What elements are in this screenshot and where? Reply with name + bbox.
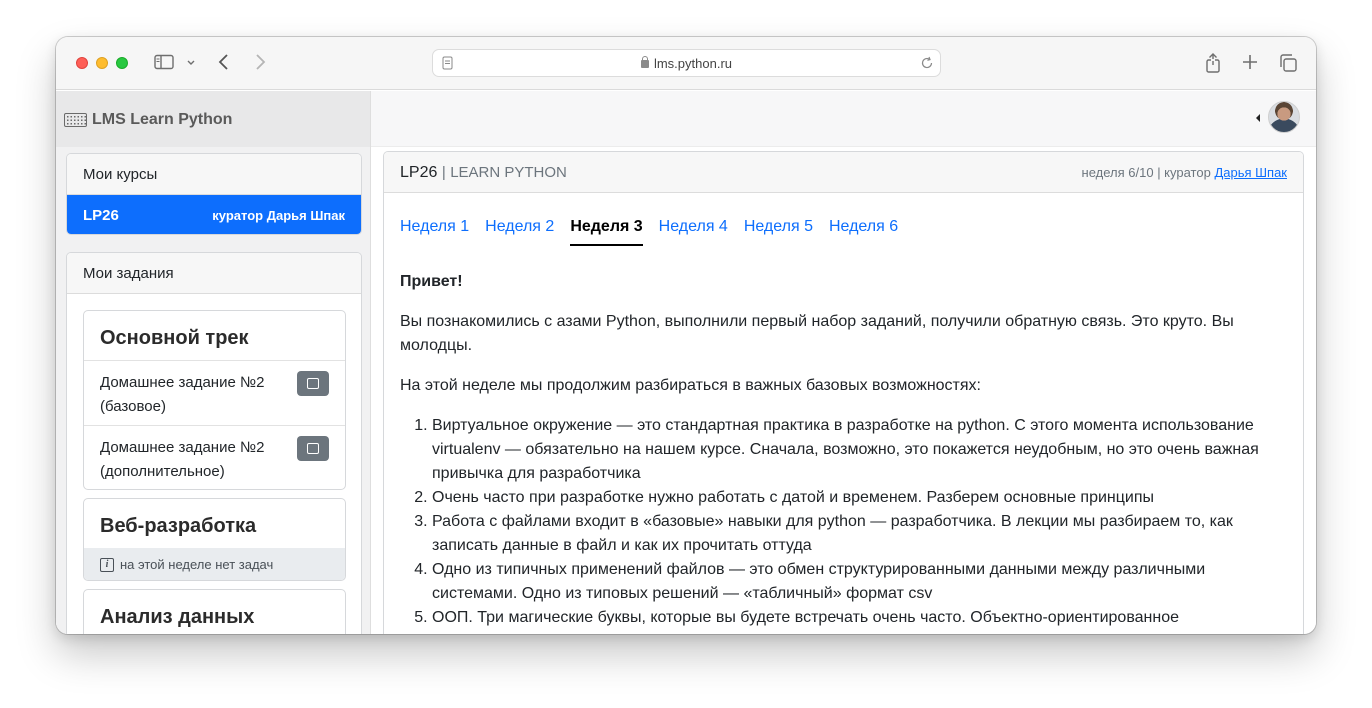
keyboard-icon (64, 113, 87, 127)
back-icon[interactable] (216, 53, 232, 75)
course-item-lp26[interactable]: LP26 куратор Дарья Шпак (67, 195, 361, 234)
my-tasks-card: Мои задания Основной трек Домашнее задан… (66, 252, 362, 634)
week-content: Привет! Вы познакомились с азами Python,… (400, 270, 1290, 630)
avatar[interactable] (1268, 101, 1300, 133)
track-main: Основной трек Домашнее задание №2 (базов… (83, 310, 346, 490)
browser-toolbar: lms.python.ru (56, 37, 1316, 90)
tab-week-5[interactable]: Неделя 5 (744, 218, 813, 246)
week-info-text: неделя 6/10 | куратор (1081, 165, 1211, 180)
close-window-button[interactable] (76, 57, 88, 69)
topics-list: Виртуальное окружение — это стандартная … (400, 414, 1290, 630)
tab-week-6[interactable]: Неделя 6 (829, 218, 898, 246)
share-icon[interactable] (1203, 53, 1223, 75)
brand[interactable]: LMS Learn Python (56, 91, 370, 147)
tab-week-1[interactable]: Неделя 1 (400, 218, 469, 246)
square-icon (307, 378, 319, 389)
lead-paragraph: На этой неделе мы продолжим разбираться … (400, 377, 981, 394)
chevron-down-icon[interactable] (184, 53, 198, 75)
task-item[interactable]: Домашнее задание №2 (базовое) (84, 361, 345, 426)
track-title: Основной трек (84, 311, 345, 361)
tab-week-2[interactable]: Неделя 2 (485, 218, 554, 246)
no-tasks-text: на этой неделе нет задач (120, 557, 274, 572)
my-courses-card: Мои курсы LP26 куратор Дарья Шпак (66, 153, 362, 235)
brand-link[interactable]: LMS Learn Python (64, 111, 232, 129)
course-curator: куратор Дарья Шпак (212, 207, 345, 223)
list-item: ООП. Три магические буквы, которые вы бу… (432, 606, 1290, 630)
intro-paragraph: Вы познакомились с азами Python, выполни… (400, 313, 1234, 354)
task-item[interactable]: Домашнее задание №2 (дополнительное) (84, 426, 345, 489)
minimize-window-button[interactable] (96, 57, 108, 69)
track-web: Веб-разработка i на этой неделе нет зада… (83, 498, 346, 581)
task-checkbox-button[interactable] (297, 371, 329, 396)
tab-week-4[interactable]: Неделя 4 (659, 218, 728, 246)
track-data-analysis: Анализ данных (83, 589, 346, 634)
task-checkbox-button[interactable] (297, 436, 329, 461)
task-label: Домашнее задание №2 (дополнительное) (100, 439, 265, 480)
no-tasks-note: i на этой неделе нет задач (84, 548, 345, 580)
lock-icon (640, 56, 649, 68)
tab-week-3[interactable]: Неделя 3 (570, 218, 643, 246)
url-text: lms.python.ru (433, 56, 940, 71)
list-item: Виртуальное окружение — это стандартная … (432, 414, 1290, 486)
sidebar-toggle-icon[interactable] (153, 53, 175, 75)
week-tabs: Неделя 1 Неделя 2 Неделя 3 Неделя 4 Неде… (400, 218, 914, 246)
list-item: Очень часто при разработке нужно работат… (432, 486, 1290, 510)
info-icon: i (100, 557, 114, 572)
new-tab-icon[interactable] (1240, 53, 1260, 75)
week-info: неделя 6/10 | куратор Дарья Шпак (1082, 165, 1287, 180)
zoom-window-button[interactable] (116, 57, 128, 69)
greeting: Привет! (400, 273, 463, 290)
list-item: Одно из типичных применений файлов — это… (432, 558, 1290, 606)
my-tasks-header: Мои задания (67, 253, 361, 294)
sidebar: LMS Learn Python Мои курсы LP26 куратор … (56, 91, 371, 634)
course-name: LEARN PYTHON (450, 164, 567, 181)
list-item: Работа с файлами входит в «базовые» навы… (432, 510, 1290, 558)
track-title: Веб-разработка (100, 515, 257, 537)
brand-title: LMS Learn Python (92, 111, 233, 128)
browser-window: lms.python.ru LMS Learn Python Мои курсы… (56, 37, 1316, 634)
track-title: Анализ данных (100, 606, 255, 628)
course-code-heading: LP26 (400, 164, 438, 181)
curator-link[interactable]: Дарья Шпак (1214, 165, 1287, 180)
course-card: LP26 | LEARN PYTHON неделя 6/10 | курато… (383, 151, 1304, 634)
my-courses-header: Мои курсы (67, 154, 361, 195)
reload-icon[interactable] (920, 56, 934, 75)
course-heading: LP26 | LEARN PYTHON (400, 164, 567, 182)
caret-left-icon[interactable] (1256, 114, 1260, 122)
course-card-header: LP26 | LEARN PYTHON неделя 6/10 | курато… (384, 152, 1303, 193)
forward-icon[interactable] (252, 53, 268, 75)
tabs-overview-icon[interactable] (1277, 53, 1299, 75)
url-value: lms.python.ru (653, 56, 733, 71)
square-icon (307, 443, 319, 454)
heading-separator: | (441, 164, 446, 181)
top-navbar (371, 91, 1316, 147)
address-bar[interactable]: lms.python.ru (432, 49, 941, 77)
course-code: LP26 (83, 206, 119, 224)
task-label: Домашнее задание №2 (базовое) (100, 374, 265, 415)
page: LMS Learn Python Мои курсы LP26 куратор … (56, 91, 1316, 634)
